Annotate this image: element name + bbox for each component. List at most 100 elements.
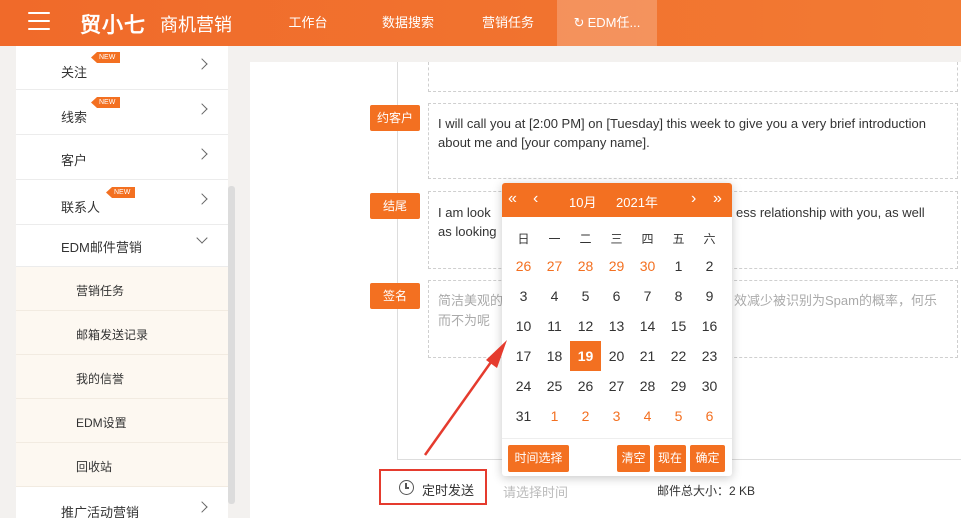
calendar-week-row: 24 25 26 27 28 29 30: [508, 371, 726, 401]
calendar-day[interactable]: 10: [508, 311, 539, 341]
signature-placeholder-left[interactable]: 简洁美观的: [438, 291, 503, 310]
nav-workbench[interactable]: 工作台: [271, 0, 345, 46]
calendar-day[interactable]: 1: [539, 401, 570, 431]
new-badge: NEW: [91, 52, 121, 63]
block-tag-signature: 签名: [370, 283, 420, 309]
nav-marketing-task[interactable]: 营销任务: [468, 0, 548, 46]
menu-icon[interactable]: [28, 12, 50, 32]
date-picker-footer: 时间选择 清空 现在 确定: [502, 438, 732, 476]
confirm-button[interactable]: 确定: [690, 445, 725, 472]
previous-block[interactable]: [428, 62, 958, 92]
calendar-day[interactable]: 27: [601, 371, 632, 401]
month-selector[interactable]: 10月: [569, 192, 596, 211]
sidebar-subitem-marketing-tasks[interactable]: 营销任务: [16, 267, 228, 311]
sidebar-subitem-recycle-bin[interactable]: 回收站: [16, 443, 228, 487]
calendar-day[interactable]: 8: [663, 281, 694, 311]
calendar-week-row: 17 18 19 20 21 22 23: [508, 341, 726, 371]
closing-text-left-line2[interactable]: as looking: [438, 222, 497, 241]
calendar-day[interactable]: 20: [601, 341, 632, 371]
calendar-day[interactable]: 7: [632, 281, 663, 311]
weekday-label: 五: [672, 232, 685, 246]
weekday-label: 日: [517, 232, 530, 246]
calendar-day[interactable]: 11: [539, 311, 570, 341]
sidebar-item-edm[interactable]: EDM邮件营销: [16, 223, 228, 267]
calendar-day[interactable]: 29: [663, 371, 694, 401]
prev-month-icon[interactable]: ‹: [533, 190, 538, 208]
new-badge: NEW: [91, 97, 121, 108]
closing-text-left[interactable]: I am look: [438, 203, 491, 222]
new-badge: NEW: [106, 187, 136, 198]
clear-button[interactable]: 清空: [617, 445, 650, 472]
calendar-day[interactable]: 26: [508, 251, 539, 281]
calendar-day[interactable]: 28: [632, 371, 663, 401]
sidebar: 关注 NEW 线索 NEW 客户 联系人 NEW EDM邮件营销 营销任务 邮箱…: [16, 46, 235, 518]
sidebar-item-customers[interactable]: 客户: [16, 136, 228, 180]
weekday-label: 三: [610, 232, 623, 246]
calendar-day[interactable]: 30: [694, 371, 725, 401]
calendar-day[interactable]: 28: [570, 251, 601, 281]
sidebar-scrollbar-thumb[interactable]: [228, 186, 235, 504]
calendar-day[interactable]: 13: [601, 311, 632, 341]
scheduled-send-button[interactable]: 定时发送: [379, 469, 487, 505]
calendar-day[interactable]: 4: [539, 281, 570, 311]
signature-placeholder-right[interactable]: 效减少被识别为Spam的概率，何乐: [734, 291, 937, 310]
sidebar-item-promotion[interactable]: 推广活动营销: [16, 487, 228, 518]
calendar-day[interactable]: 3: [601, 401, 632, 431]
calendar-day[interactable]: 23: [694, 341, 725, 371]
calendar-day-selected[interactable]: 19: [570, 341, 601, 371]
prev-year-icon[interactable]: «: [508, 190, 517, 208]
chevron-right-icon: [196, 103, 208, 115]
calendar-grid: 日一二三四五六 26 27 28 29 30 1 2 3 4 5 6 7 8 9 10 11 12 13 14 15 16…: [508, 227, 726, 431]
calendar-day[interactable]: 6: [601, 281, 632, 311]
nav-edm-tab[interactable]: ↻ EDM任...: [557, 0, 657, 46]
mail-size-label: 邮件总大小：2 KB: [657, 484, 756, 498]
sidebar-subitem-edm-settings[interactable]: EDM设置: [16, 399, 228, 443]
calendar-day[interactable]: 27: [539, 251, 570, 281]
sidebar-item-contacts[interactable]: 联系人 NEW: [16, 181, 228, 225]
calendar-day[interactable]: 4: [632, 401, 663, 431]
calendar-day[interactable]: 2: [570, 401, 601, 431]
calendar-day[interactable]: 15: [663, 311, 694, 341]
calendar-day[interactable]: 9: [694, 281, 725, 311]
calendar-day[interactable]: 5: [663, 401, 694, 431]
sidebar-item-leads[interactable]: 线索 NEW: [16, 91, 228, 135]
calendar-day[interactable]: 14: [632, 311, 663, 341]
signature-placeholder-left-line2[interactable]: 而不为呢: [438, 311, 490, 330]
sidebar-item-follow[interactable]: 关注 NEW: [16, 46, 228, 90]
calendar-day[interactable]: 26: [570, 371, 601, 401]
calendar-day[interactable]: 29: [601, 251, 632, 281]
next-year-icon[interactable]: »: [713, 190, 722, 208]
calendar-day[interactable]: 1: [663, 251, 694, 281]
calendar-day[interactable]: 2: [694, 251, 725, 281]
weekday-label: 二: [579, 232, 592, 246]
weekday-label: 四: [641, 232, 654, 246]
calendar-day[interactable]: 24: [508, 371, 539, 401]
year-selector[interactable]: 2021年: [616, 192, 658, 211]
weekday-label: 一: [548, 232, 561, 246]
calendar-day[interactable]: 5: [570, 281, 601, 311]
calendar-day[interactable]: 25: [539, 371, 570, 401]
time-select-button[interactable]: 时间选择: [508, 445, 569, 472]
send-time-input[interactable]: 请选择时间: [503, 482, 568, 501]
calendar-week-row: 31 1 2 3 4 5 6: [508, 401, 726, 431]
calendar-day[interactable]: 12: [570, 311, 601, 341]
calendar-day[interactable]: 21: [632, 341, 663, 371]
closing-text-right[interactable]: ess relationship with you, as well: [736, 203, 925, 222]
calendar-day[interactable]: 30: [632, 251, 663, 281]
next-month-icon[interactable]: ›: [691, 190, 696, 208]
calendar-day[interactable]: 17: [508, 341, 539, 371]
date-picker-header: « ‹ 10月 2021年 › »: [502, 183, 732, 217]
calendar-day[interactable]: 18: [539, 341, 570, 371]
weekday-label: 六: [703, 232, 716, 246]
calendar-day[interactable]: 6: [694, 401, 725, 431]
now-button[interactable]: 现在: [654, 445, 686, 472]
calendar-day[interactable]: 31: [508, 401, 539, 431]
calendar-day[interactable]: 3: [508, 281, 539, 311]
chevron-right-icon: [196, 58, 208, 70]
sidebar-subitem-send-records[interactable]: 邮箱发送记录: [16, 311, 228, 355]
nav-data-search[interactable]: 数据搜索: [368, 0, 448, 46]
sidebar-subitem-my-reputation[interactable]: 我的信誉: [16, 355, 228, 399]
appointment-text[interactable]: I will call you at [2:00 PM] on [Tuesday…: [438, 114, 953, 152]
calendar-day[interactable]: 16: [694, 311, 725, 341]
calendar-day[interactable]: 22: [663, 341, 694, 371]
